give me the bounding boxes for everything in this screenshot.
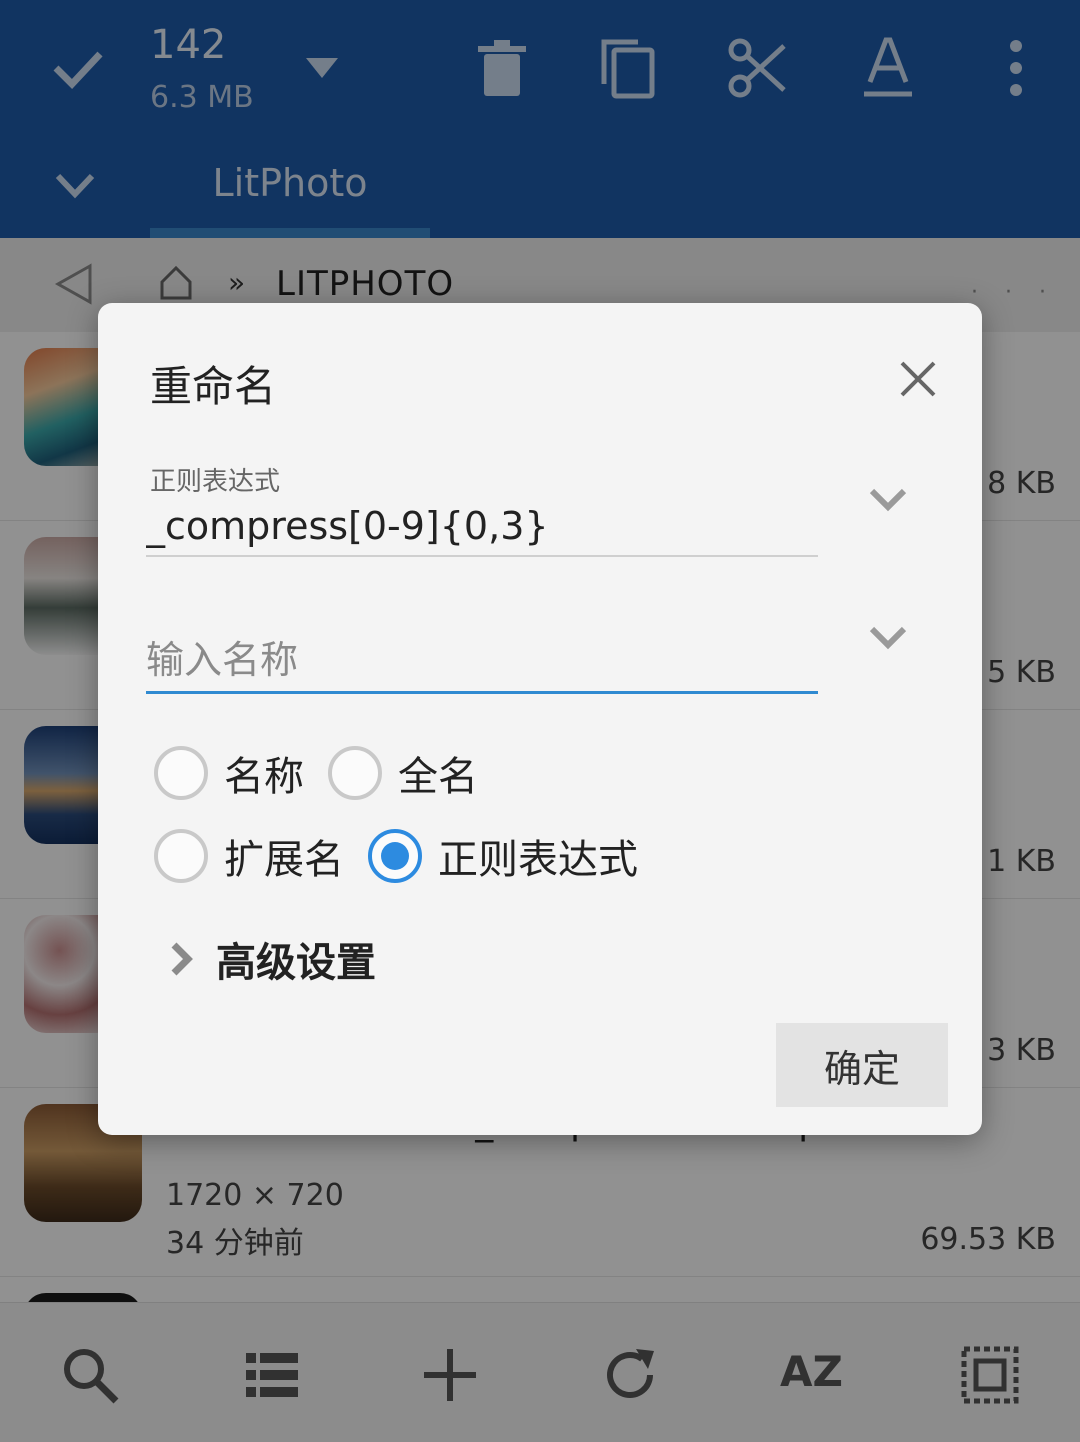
regex-input[interactable] (146, 497, 818, 555)
name-input-underline (146, 691, 818, 694)
confirm-button[interactable]: 确定 (776, 1023, 948, 1107)
name-input[interactable] (146, 629, 818, 691)
rename-dialog: 重命名 正则表达式 名称 全名 扩展名 正则表达式 高级设置 确定 (98, 303, 982, 1135)
radio-extension[interactable]: 扩展名 (154, 826, 344, 886)
radio-label: 全名 (398, 754, 478, 800)
radio-label: 名称 (224, 754, 304, 800)
advanced-settings-toggle[interactable]: 高级设置 (166, 931, 376, 987)
radio-label: 扩展名 (224, 837, 344, 883)
regex-input-underline (146, 555, 818, 557)
radio-button[interactable] (154, 746, 208, 800)
radio-regex[interactable]: 正则表达式 (368, 826, 638, 886)
radio-fullname[interactable]: 全名 (328, 743, 478, 803)
advanced-settings-label: 高级设置 (216, 940, 376, 986)
radio-button-selected[interactable] (368, 829, 422, 883)
chevron-down-icon[interactable] (866, 481, 910, 517)
radio-button[interactable] (328, 746, 382, 800)
dialog-title: 重命名 (150, 362, 277, 411)
close-icon[interactable] (894, 355, 942, 403)
chevron-down-icon[interactable] (866, 619, 910, 655)
radio-name[interactable]: 名称 (154, 743, 304, 803)
radio-label: 正则表达式 (438, 837, 638, 883)
chevron-right-icon (171, 942, 193, 976)
regex-field-label: 正则表达式 (150, 467, 281, 497)
radio-button[interactable] (154, 829, 208, 883)
